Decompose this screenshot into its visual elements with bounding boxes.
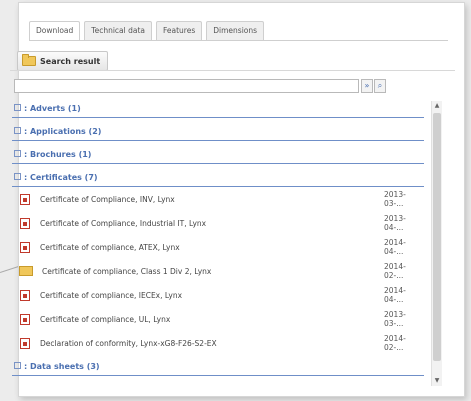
tab-download[interactable]: Download (29, 21, 81, 41)
tab-features[interactable]: Features (156, 21, 203, 40)
file-name: Certificate of compliance, ATEX, Lynx (40, 242, 180, 252)
file-name: Certificate of compliance, Class 1 Div 2… (42, 266, 212, 276)
group-label: Certificates (7) (29, 173, 98, 182)
group-brochures[interactable]: : Brochures (1) (12, 147, 424, 164)
group-label: Brochures (1) (29, 150, 92, 159)
group-label: Data sheets (3) (29, 362, 100, 371)
list-item[interactable]: Certificate of compliance, UL, Lynx 2013… (12, 307, 424, 331)
result-divider (10, 70, 455, 71)
tab-divider (29, 40, 448, 41)
scroll-down-icon[interactable]: ▼ (432, 376, 442, 386)
search-go-button[interactable]: ⌕ (374, 79, 386, 93)
scrollbar[interactable]: ▲ ▼ (431, 101, 442, 386)
scroll-up-icon[interactable]: ▲ (432, 101, 442, 111)
group-label: Applications (2) (29, 127, 102, 136)
expand-icon (14, 127, 21, 134)
list-item[interactable]: Certificate of compliance, Class 1 Div 2… (12, 259, 424, 283)
expand-icon (14, 150, 21, 157)
group-applications[interactable]: : Applications (2) (12, 124, 424, 141)
search-result-label: Search result (40, 56, 101, 66)
pdf-icon (20, 217, 30, 229)
scrollbar-thumb[interactable] (433, 113, 441, 361)
file-date: 2013-03-... (384, 190, 406, 208)
file-date: 2014-04-... (384, 238, 406, 256)
file-name: Declaration of conformity, Lynx-xG8-F26-… (40, 338, 217, 348)
list-item[interactable]: Declaration of conformity, Lynx-xG8-F26-… (12, 331, 424, 355)
group-label: Adverts (1) (29, 104, 81, 113)
expand-icon (14, 362, 21, 369)
group-adverts[interactable]: : Adverts (1) (12, 101, 424, 118)
list-item[interactable]: Certificate of Compliance, INV, Lynx 201… (12, 187, 424, 211)
download-list: : Adverts (1) : Applications (2) : Broch… (12, 101, 424, 382)
file-name: Certificate of Compliance, Industrial IT… (40, 218, 207, 228)
search-clear-button[interactable]: » (361, 79, 373, 93)
list-item[interactable]: Certificate of Compliance, Industrial IT… (12, 211, 424, 235)
file-date: 2014-04-... (384, 286, 406, 304)
file-name: Certificate of compliance, UL, Lynx (40, 314, 171, 324)
file-name: Certificate of Compliance, INV, Lynx (40, 194, 175, 204)
group-certificates[interactable]: : Certificates (7) (12, 170, 424, 187)
folder-icon (19, 266, 33, 276)
file-date: 2013-03-... (384, 310, 406, 328)
tab-dimensions[interactable]: Dimensions (206, 21, 265, 40)
file-name: Certificate of compliance, IECEx, Lynx (40, 290, 183, 300)
collapse-icon (14, 173, 21, 180)
list-item[interactable]: Certificate of compliance, IECEx, Lynx 2… (12, 283, 424, 307)
pdf-icon (20, 193, 30, 205)
expand-icon (14, 104, 21, 111)
search-input[interactable] (14, 79, 359, 93)
list-item[interactable]: Certificate of compliance, ATEX, Lynx 20… (12, 235, 424, 259)
pdf-icon (20, 313, 30, 325)
group-data-sheets[interactable]: : Data sheets (3) (12, 359, 424, 376)
pdf-icon (20, 337, 30, 349)
search-result-button[interactable]: Search result (17, 51, 109, 71)
pdf-icon (20, 241, 30, 253)
pdf-icon (20, 289, 30, 301)
file-date: 2014-02-... (384, 262, 406, 280)
folder-icon (22, 54, 36, 66)
tab-bar: Download Technical data Features Dimensi… (29, 21, 265, 41)
file-date: 2013-04-... (384, 214, 406, 232)
file-date: 2014-02-... (384, 334, 406, 352)
tab-technical-data[interactable]: Technical data (84, 21, 152, 40)
